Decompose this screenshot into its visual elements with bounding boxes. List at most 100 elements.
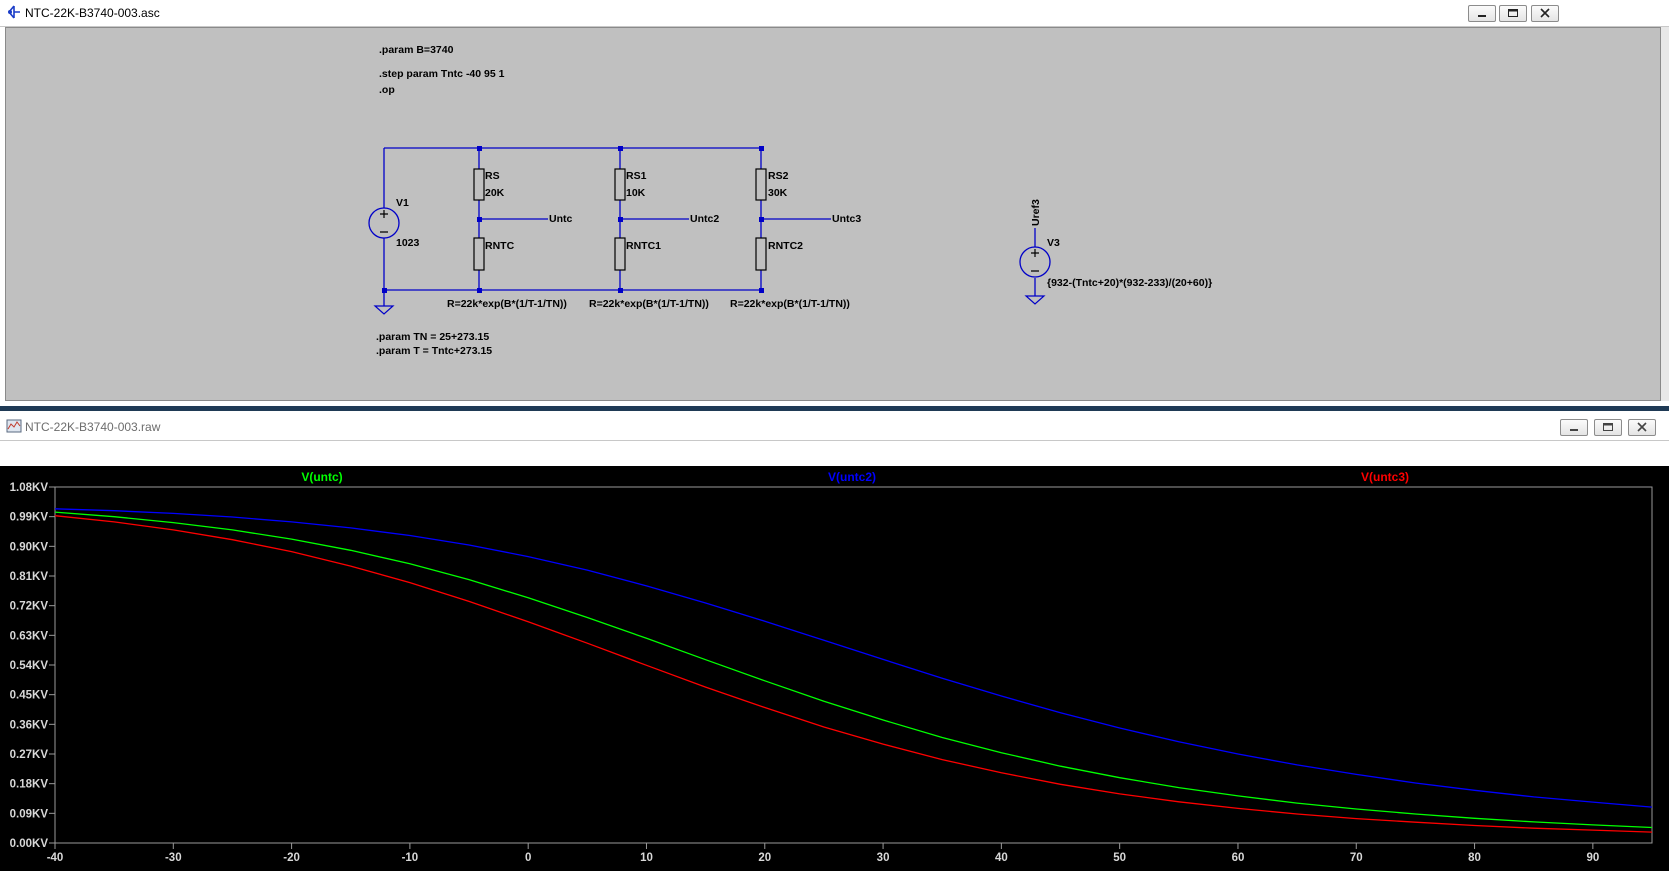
plot-window-title: NTC-22K-B3740-003.raw [25, 420, 161, 434]
resistor-rntc1[interactable] [614, 237, 626, 271]
net-label-untc3: Untc3 [832, 213, 861, 225]
label-rntc-name: RNTC [485, 240, 515, 252]
label-rs2-name: RS2 [768, 170, 789, 182]
label-rs-name: RS [485, 170, 500, 182]
x-tick-label: 90 [1586, 852, 1599, 864]
junction-dot [477, 217, 482, 222]
x-tick-label: 70 [1350, 852, 1363, 864]
label-rs1-value: 10K [626, 187, 646, 199]
junction-dot [382, 288, 387, 293]
y-tick-label: 0.18KV [10, 779, 49, 791]
label-rntc1-expr: R=22k*exp(B*(1/T-1/TN)) [589, 298, 709, 310]
schematic-scrollbar[interactable] [1661, 27, 1669, 401]
schematic-drawing: .param B=3740 .step param Tntc -40 95 1 … [368, 44, 1212, 357]
schematic-window: NTC-22K-B3740-003.asc .param B=3740 .ste… [0, 0, 1669, 404]
schematic-restore-button[interactable] [1499, 5, 1527, 22]
schematic-window-title: NTC-22K-B3740-003.asc [25, 6, 160, 20]
y-tick-label: 0.27KV [10, 749, 49, 761]
directive-op[interactable]: .op [379, 84, 395, 96]
x-tick-label: 50 [1113, 852, 1126, 864]
net-label-untc2: Untc2 [690, 213, 719, 225]
resistor-rntc[interactable] [473, 237, 485, 271]
y-tick-label: 1.08KV [10, 482, 49, 494]
label-rntc2-name: RNTC2 [768, 240, 803, 252]
y-tick-label: 0.81KV [10, 571, 49, 583]
junction-dot [618, 288, 623, 293]
label-rs2-value: 30K [768, 187, 788, 199]
net-label-untc: Untc [549, 213, 572, 225]
legend-label: V(untc3) [1361, 470, 1409, 484]
directive-param-b[interactable]: .param B=3740 [379, 44, 454, 56]
ground-icon [373, 305, 395, 315]
x-tick-label: -10 [402, 852, 419, 864]
junction-dot [477, 146, 482, 151]
x-tick-label: -30 [165, 852, 182, 864]
schematic-app-icon [8, 5, 20, 19]
x-tick-label: 30 [877, 852, 890, 864]
label-rntc2-expr: R=22k*exp(B*(1/T-1/TN)) [730, 298, 850, 310]
directive-param-t[interactable]: .param T = Tntc+273.15 [376, 345, 492, 357]
junction-dot [759, 288, 764, 293]
voltage-source-v3[interactable] [1019, 246, 1051, 278]
minimize-icon [1478, 15, 1486, 17]
x-tick-label: 0 [525, 852, 531, 864]
plot-titlebar[interactable]: NTC-22K-B3740-003.raw [0, 411, 1669, 441]
x-tick-label: 80 [1468, 852, 1481, 864]
label-rntc1-name: RNTC1 [626, 240, 661, 252]
restore-icon [1603, 423, 1613, 431]
y-tick-label: 0.09KV [10, 808, 49, 820]
junction-dot [759, 217, 764, 222]
y-tick-label: 0.00KV [10, 838, 49, 850]
voltage-source-v1[interactable] [368, 207, 400, 239]
junction-dot [759, 146, 764, 151]
x-tick-label: -40 [47, 852, 64, 864]
x-tick-label: 10 [640, 852, 653, 864]
resistor-rs[interactable] [473, 168, 485, 201]
x-tick-label: 20 [758, 852, 771, 864]
y-tick-label: 0.90KV [10, 541, 49, 553]
legend-label: V(untc2) [828, 470, 876, 484]
waveform-plot: 0.00KV 0.09KV 0.18KV 0.27KV 0.36KV 0.45KV 0.54… [10, 470, 1653, 864]
resistor-rs1[interactable] [614, 168, 626, 201]
x-tick-label: 60 [1232, 852, 1245, 864]
label-rs-value: 20K [485, 187, 505, 199]
y-tick-label: 0.99KV [10, 512, 49, 524]
schematic-minimize-button[interactable] [1468, 5, 1496, 22]
junction-dot [618, 146, 623, 151]
label-v3-value: {932-(Tntc+20)*(932-233)/(20+60)} [1047, 277, 1212, 289]
label-v3-name: V3 [1047, 237, 1060, 249]
label-rntc-expr: R=22k*exp(B*(1/T-1/TN)) [447, 298, 567, 310]
label-v1-name: V1 [396, 197, 409, 209]
waveform-plot-pane[interactable]: 0.00KV 0.09KV 0.18KV 0.27KV 0.36KV 0.45KV 0.54… [0, 466, 1669, 871]
waveform-app-icon [6, 419, 22, 433]
close-icon [1637, 422, 1647, 432]
schematic-titlebar[interactable]: NTC-22K-B3740-003.asc [0, 0, 1669, 27]
series-line-vuntc [54, 511, 1653, 829]
y-tick-label: 0.54KV [10, 660, 49, 672]
y-tick-label: 0.63KV [10, 630, 49, 642]
plot-frame [54, 486, 1653, 844]
resistor-rs2[interactable] [755, 168, 767, 201]
series-line-vuntc2 [54, 508, 1653, 808]
x-tick-label: -20 [283, 852, 300, 864]
x-tick-label: 40 [995, 852, 1008, 864]
ground-icon [1024, 295, 1046, 305]
junction-dot [618, 217, 623, 222]
plot-close-button[interactable] [1628, 419, 1656, 436]
y-tick-label: 0.45KV [10, 690, 49, 702]
schematic-close-button[interactable] [1531, 5, 1559, 22]
directive-step[interactable]: .step param Tntc -40 95 1 [379, 68, 505, 80]
directive-param-tn[interactable]: .param TN = 25+273.15 [376, 331, 489, 343]
label-rs1-name: RS1 [626, 170, 647, 182]
plot-restore-button[interactable] [1594, 419, 1622, 436]
junction-dot [477, 288, 482, 293]
resistor-rntc2[interactable] [755, 237, 767, 271]
plot-minimize-button[interactable] [1560, 419, 1588, 436]
label-v1-value: 1023 [396, 237, 420, 249]
restore-icon [1508, 9, 1518, 17]
minimize-icon [1570, 429, 1578, 431]
y-tick-label: 0.36KV [10, 719, 49, 731]
close-icon [1540, 8, 1550, 18]
schematic-canvas[interactable]: .param B=3740 .step param Tntc -40 95 1 … [5, 27, 1661, 401]
series-line-vuntc3 [54, 515, 1653, 833]
